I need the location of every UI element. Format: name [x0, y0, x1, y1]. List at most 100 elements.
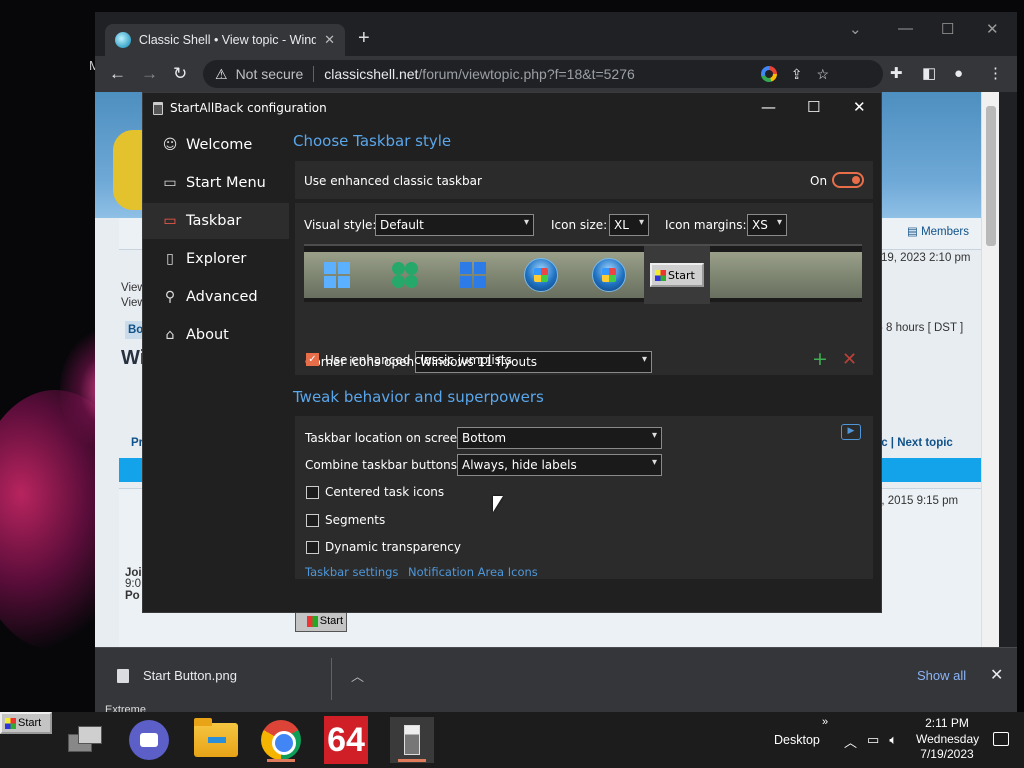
menu-icon[interactable]: ⋮ [988, 65, 1003, 83]
start-style-windows10[interactable] [440, 252, 506, 298]
visual-style-select[interactable]: Default ▾ [375, 214, 534, 236]
post-date: 9, 2015 9:15 pm [875, 495, 959, 507]
browser-tab[interactable]: Classic Shell • View topic - Windo ✕ [105, 24, 345, 56]
share-icon[interactable]: ⇪ [791, 66, 803, 83]
topic-nav-links[interactable]: pic | Next topic [871, 437, 953, 449]
sidebar: ☺ Welcome ▭ Start Menu ▭ Taskbar ▯ Explo… [143, 123, 289, 614]
clock-day: Wednesday [916, 731, 980, 746]
icon-size-label: Icon size: [551, 218, 608, 232]
running-indicator [267, 759, 295, 762]
taskbar-location-label: Taskbar location on screen: [305, 431, 469, 445]
scrollbar-thumb[interactable] [986, 106, 996, 246]
centered-icons-label: Centered task icons [325, 485, 445, 499]
notification-icon[interactable] [993, 732, 1009, 746]
chrome-icon [261, 720, 301, 760]
notification-icons-link[interactable]: Notification Area Icons [408, 565, 538, 579]
combine-buttons-select[interactable]: Always, hide labels ▾ [457, 454, 662, 476]
overflow-chevron-icon[interactable]: » [822, 716, 828, 728]
desktop-toolbar[interactable]: Desktop [774, 733, 820, 747]
sidebar-item-about[interactable]: ⌂ About [143, 317, 289, 353]
timezone-text: - 8 hours [ DST ] [879, 322, 964, 334]
browser-toolbar: ← → ↻ ⚠ Not secure classicshell.net /for… [95, 56, 1017, 92]
favicon-icon [115, 32, 131, 48]
new-tab-button[interactable]: + [358, 28, 370, 48]
icon-size-select[interactable]: XL ▾ [609, 214, 649, 236]
icon-size-value: XL [614, 218, 629, 232]
back-icon[interactable]: ← [109, 65, 126, 83]
enhanced-taskbar-row: Use enhanced classic taskbar On [295, 161, 873, 199]
chevron-up-icon[interactable]: ︿ [351, 666, 364, 685]
seven-orb-icon [592, 258, 626, 292]
xp-start-button: Start [650, 263, 704, 287]
app-64-button[interactable]: 64 [324, 716, 368, 764]
sidebar-item-taskbar[interactable]: ▭ Taskbar [143, 203, 289, 239]
bookmark-star-icon[interactable]: ☆ [816, 66, 829, 83]
members-label: Members [921, 226, 969, 238]
play-video-icon[interactable]: ▶ [841, 424, 861, 440]
behavior-panel: Taskbar location on screen: Bottom ▾ ▶ Co… [295, 416, 873, 579]
sidebar-item-label: Start Menu [186, 175, 266, 191]
tab-search-icon[interactable]: ⌄ [849, 20, 862, 38]
sidebar-item-welcome[interactable]: ☺ Welcome [143, 127, 289, 163]
dynamic-transparency-checkbox[interactable] [306, 541, 319, 554]
maximize-icon[interactable]: ☐ [807, 98, 820, 116]
task-view-icon-front [78, 726, 102, 744]
extensions-icon[interactable]: ✚ [890, 65, 903, 83]
about-icon: ⌂ [165, 327, 175, 343]
address-bar[interactable]: ⚠ Not secure classicshell.net /forum/vie… [203, 60, 883, 88]
chevron-down-icon: ▾ [651, 430, 657, 441]
icon-margins-select[interactable]: XS ▾ [747, 214, 787, 236]
network-icon[interactable]: ▭ [867, 732, 879, 751]
taskbar-location-value: Bottom [462, 431, 507, 445]
side-panel-icon[interactable]: ◧ [922, 65, 936, 83]
task-view-button[interactable] [62, 718, 106, 762]
chevron-up-icon[interactable]: ︿ [844, 732, 857, 751]
startallback-button[interactable] [390, 717, 434, 763]
app-icon [153, 101, 163, 115]
file-icon [117, 668, 129, 683]
toggle-knob [852, 176, 860, 184]
members-link[interactable]: ▤ Members [907, 224, 969, 238]
reload-icon[interactable]: ↻ [173, 65, 187, 83]
close-downloads-icon[interactable]: ✕ [990, 665, 1003, 685]
start-style-clover[interactable] [372, 252, 438, 298]
close-tab-icon[interactable]: ✕ [324, 32, 335, 48]
jumplists-row: ✓ Use enhanced classic jumplists [295, 347, 873, 375]
teams-button[interactable] [127, 718, 171, 762]
volume-icon[interactable]: 🔈︎ [889, 732, 897, 751]
show-all-button[interactable]: Show all [917, 668, 966, 683]
minimize-icon[interactable]: — [761, 98, 776, 116]
close-window-icon[interactable]: ✕ [986, 20, 999, 38]
tab-title: Classic Shell • View topic - Windo [138, 33, 317, 47]
clock[interactable]: 2:11 PM Wednesday 7/19/2023 [916, 716, 980, 763]
minimize-icon[interactable]: — [898, 20, 913, 37]
sidebar-item-start-menu[interactable]: ▭ Start Menu [143, 165, 289, 201]
start-style-seven-orb[interactable] [576, 252, 642, 298]
centered-icons-checkbox[interactable] [306, 486, 319, 499]
folder-icon [194, 718, 238, 757]
sidebar-item-explorer[interactable]: ▯ Explorer [143, 241, 289, 277]
page-scrollbar[interactable] [981, 92, 999, 647]
chrome-button[interactable] [259, 718, 303, 762]
jumplists-checkbox[interactable]: ✓ [306, 353, 319, 366]
file-explorer-button[interactable] [194, 718, 238, 762]
security-label: Not secure [235, 66, 304, 82]
start-button[interactable]: Start [0, 712, 52, 734]
close-icon[interactable]: ✕ [853, 98, 866, 116]
forward-icon[interactable]: → [141, 65, 158, 83]
google-icon[interactable] [760, 66, 777, 82]
sidebar-item-advanced[interactable]: ⚲ Advanced [143, 279, 289, 315]
maximize-icon[interactable]: ☐ [941, 20, 954, 38]
taskbar-settings-link[interactable]: Taskbar settings [305, 565, 398, 579]
taskbar-location-select[interactable]: Bottom ▾ [457, 427, 662, 449]
start-style-vista-orb[interactable] [508, 252, 574, 298]
enhanced-taskbar-toggle[interactable] [832, 172, 864, 188]
profile-icon[interactable]: ● [954, 65, 963, 83]
segments-checkbox[interactable] [306, 514, 319, 527]
chevron-down-icon: ▾ [523, 217, 529, 228]
jumplists-label: Use enhanced classic jumplists [325, 353, 512, 367]
start-style-windows11[interactable] [304, 252, 370, 298]
download-item[interactable]: Start Button.png ︿ [117, 666, 364, 685]
start-style-xp-start[interactable]: Start [644, 246, 710, 304]
sidebar-item-label: About [186, 327, 229, 343]
